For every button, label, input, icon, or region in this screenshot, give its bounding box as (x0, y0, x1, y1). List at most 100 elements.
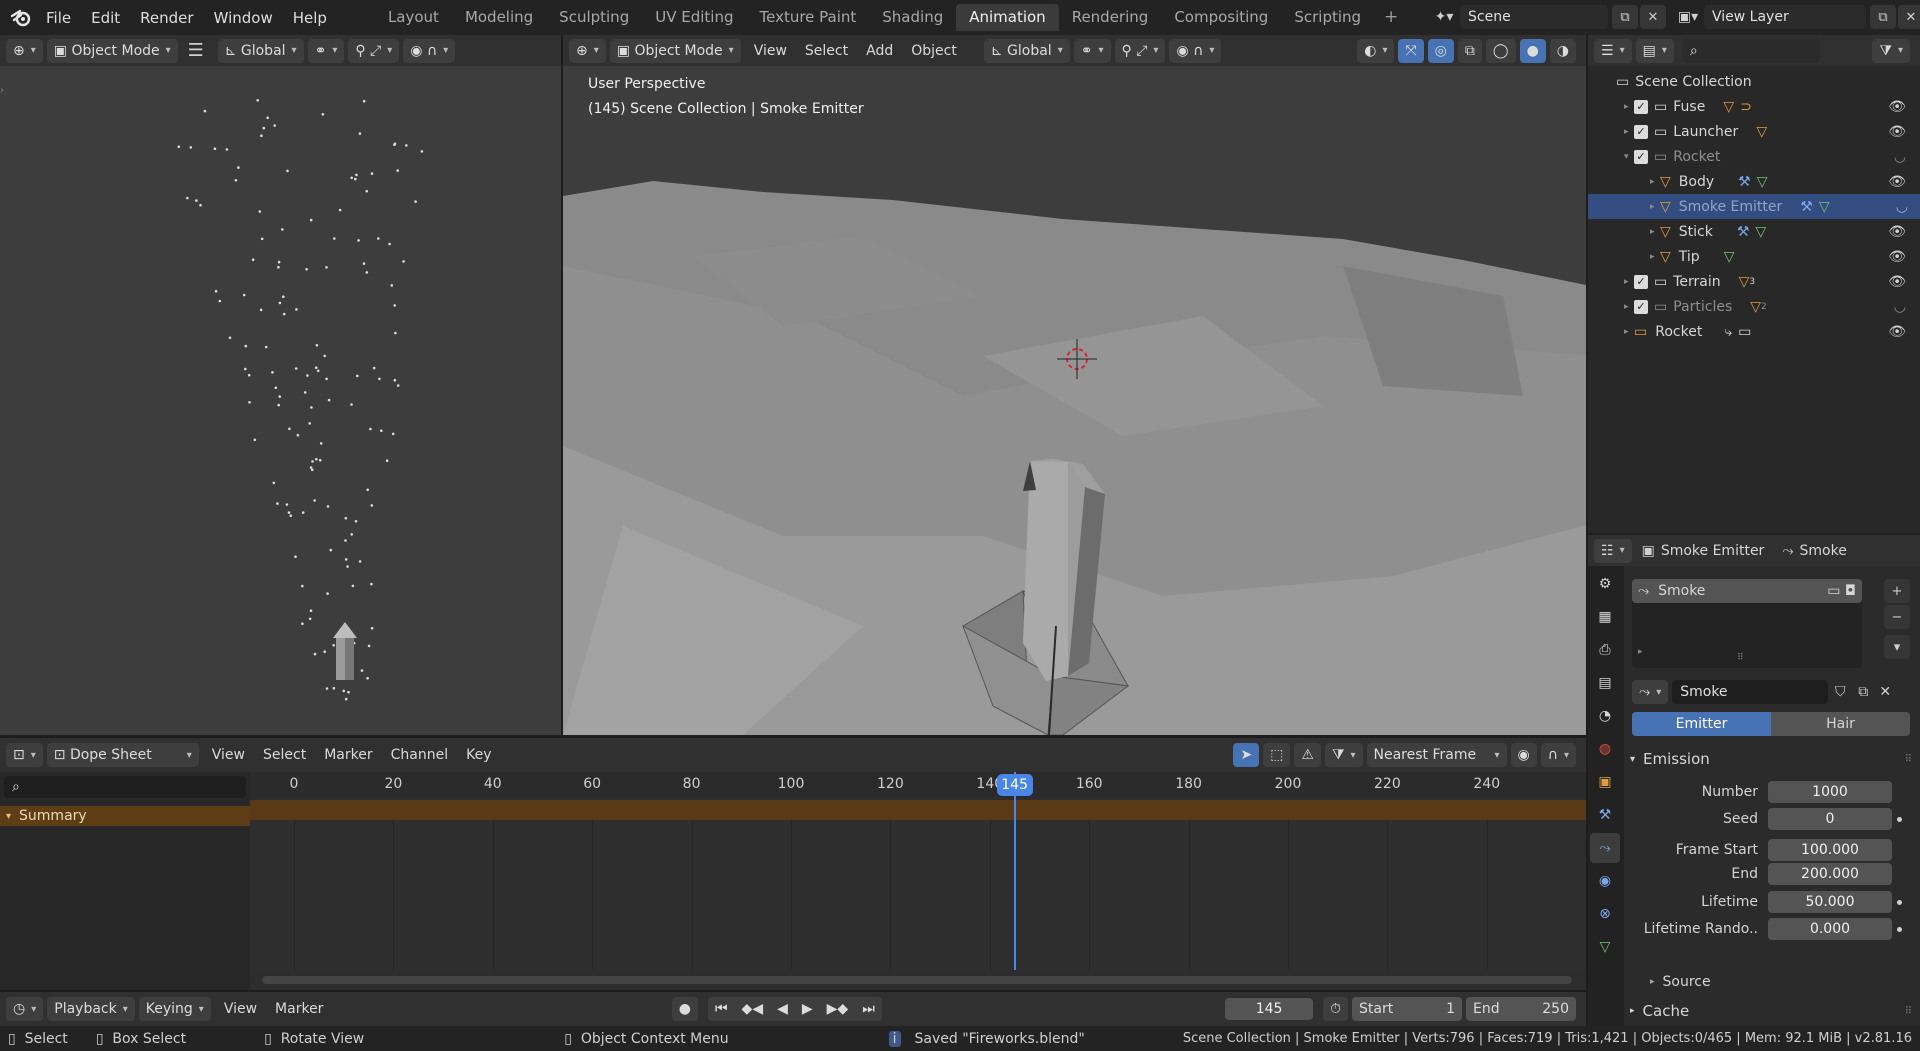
delete-view-layer-icon[interactable]: ✕ (1898, 5, 1920, 29)
keyframe-dot-icon[interactable] (1897, 899, 1902, 905)
expand-icon[interactable]: ▸ (1638, 647, 1643, 657)
tab-sculpting[interactable]: Sculpting (546, 4, 642, 31)
shading-wireframe-icon[interactable]: ◯ (1485, 38, 1516, 63)
use-preview-range-icon[interactable]: ⏱ (1323, 997, 1348, 1021)
menu-view[interactable]: View (215, 1001, 266, 1017)
specials-icon[interactable]: ▾ (1884, 635, 1910, 659)
current-frame-input[interactable]: 145 (1225, 998, 1314, 1020)
frame-end-input[interactable]: End 250 (1466, 997, 1576, 1021)
visibility-dropdown[interactable]: ◐ ▾ (1357, 38, 1395, 63)
expand-icon[interactable]: ▸ (1624, 102, 1634, 112)
outliner-item-particles[interactable]: ▸ ✓ ▭ Particles ▽ 2 ◡ (1588, 294, 1918, 319)
outliner-item-rocket-collection[interactable]: ▾ ✓ ▭ Rocket ◡ (1588, 144, 1918, 169)
scene-tab-icon[interactable]: ◔ (1590, 701, 1620, 731)
source-subsection[interactable]: ▸ Source (1650, 972, 1711, 992)
horizontal-scrollbar[interactable] (262, 976, 1572, 984)
eye-icon[interactable]: 👁 (1888, 274, 1906, 290)
menu-add[interactable]: Add (857, 43, 902, 59)
drag-handle-icon[interactable]: ⠿ (1905, 1006, 1912, 1017)
gizmo-toggle-icon[interactable]: ⤧ (1398, 38, 1424, 63)
menu-marker[interactable]: Marker (315, 747, 381, 763)
exclude-checkbox[interactable]: ✓ (1634, 149, 1648, 164)
outliner-item-launcher[interactable]: ▸ ✓ ▭ Launcher ▽ 👁 (1588, 119, 1918, 144)
hamburger-menu-icon[interactable]: ☰ (182, 40, 210, 61)
shading-solid-icon[interactable]: ● (1519, 38, 1546, 63)
drag-handle-icon[interactable]: ⠿ (1905, 754, 1912, 765)
menu-select[interactable]: Select (796, 43, 857, 59)
overlay-toggle-icon[interactable]: ◎ (1427, 38, 1454, 63)
snap-toggle[interactable]: ⚲ ⤢ ▾ (1114, 38, 1166, 63)
menu-marker[interactable]: Marker (266, 1001, 332, 1017)
only-selected-icon[interactable]: ➤ (1233, 743, 1260, 767)
blender-logo-icon[interactable] (6, 3, 36, 33)
summary-channel[interactable]: ▾ Summary (0, 806, 250, 826)
proportional-icon[interactable]: ◉ (1510, 743, 1537, 767)
frame-end-input[interactable]: 200.000 (1768, 863, 1892, 885)
snap-toggle[interactable]: ⚲ ⤢ ▾ (348, 38, 400, 63)
outliner-scene-collection[interactable]: ▭ Scene Collection (1588, 69, 1918, 94)
menu-object[interactable]: Object (902, 43, 966, 59)
playback-dropdown[interactable]: Playback ▾ (47, 997, 135, 1021)
number-input[interactable]: 1000 (1768, 781, 1892, 803)
left-orientation-dropdown[interactable]: ⊾ Global ▾ (217, 38, 304, 63)
tab-uv-editing[interactable]: UV Editing (642, 4, 746, 31)
add-workspace-icon[interactable]: + (1374, 4, 1408, 31)
lifetime-input[interactable]: 50.000 (1768, 891, 1892, 913)
menu-key[interactable]: Key (457, 747, 500, 763)
tool-tab-icon[interactable]: ⚙ (1590, 569, 1620, 599)
emitter-button[interactable]: Emitter (1632, 712, 1771, 736)
remove-icon[interactable]: − (1884, 605, 1910, 629)
editor-type-dropdown[interactable]: ⊕ ▾ (569, 38, 606, 63)
new-view-layer-icon[interactable]: ⧉ (1870, 5, 1896, 29)
editor-type-dropdown[interactable]: ⊕ ▾ (6, 38, 43, 63)
delete-scene-icon[interactable]: ✕ (1640, 5, 1666, 29)
output-tab-icon[interactable]: ⎙ (1590, 635, 1620, 665)
camera-icon[interactable]: ◘ (1845, 583, 1856, 599)
frame-ruler[interactable]: 0 20 40 60 80 100 120 140 160 180 200 220 240 (250, 772, 1586, 798)
keyframe-region[interactable]: 0 20 40 60 80 100 120 140 160 180 200 220 240 145 (250, 772, 1586, 990)
lifetime-random-input[interactable]: 0.000 (1768, 918, 1892, 940)
monitor-icon[interactable]: ▭ (1827, 583, 1845, 599)
list-item[interactable]: ⤳ Smoke ▭ ◘ (1632, 579, 1862, 603)
collapse-icon[interactable]: ▾ (1624, 152, 1634, 162)
menu-view[interactable]: View (203, 747, 254, 763)
emission-section-header[interactable]: ▾ Emission ⠿ (1630, 747, 1912, 771)
add-icon[interactable]: + (1884, 579, 1910, 603)
outliner-search-input[interactable]: ⌕ (1681, 38, 1820, 63)
hair-button[interactable]: Hair (1771, 712, 1910, 736)
view-layer-tab-icon[interactable]: ▤ (1590, 668, 1620, 698)
eye-closed-icon[interactable]: ◡ (1894, 149, 1906, 165)
menu-channel[interactable]: Channel (382, 747, 457, 763)
filters-dropdown[interactable]: ⧩ ▾ (1324, 743, 1363, 767)
current-frame-badge[interactable]: 145 (996, 774, 1033, 796)
pivot-dropdown[interactable]: ⚭ ▾ (307, 38, 345, 63)
xray-toggle-icon[interactable]: ⧉ (1457, 38, 1482, 63)
main-orientation-dropdown[interactable]: ⊾ Global ▾ (983, 38, 1070, 63)
tab-shading[interactable]: Shading (869, 4, 956, 31)
expand-icon[interactable]: ▸ (1650, 202, 1660, 212)
outliner-item-stick[interactable]: ▸ ▽ Stick ⚒ ▽ 👁 (1588, 219, 1918, 244)
scene-icon[interactable]: ✦▾ (1428, 9, 1460, 25)
shading-material-icon[interactable]: ◑ (1549, 38, 1576, 63)
render-tab-icon[interactable]: ▦ (1590, 602, 1620, 632)
channel-search-input[interactable]: ⌕ (4, 776, 246, 798)
tab-rendering[interactable]: Rendering (1059, 4, 1162, 31)
eye-icon[interactable]: 👁 (1888, 324, 1906, 340)
resize-handle-icon[interactable]: ⠿ (1737, 653, 1744, 663)
view-layer-field[interactable]: View Layer (1704, 5, 1866, 29)
tab-texture-paint[interactable]: Texture Paint (746, 4, 869, 31)
settings-browse-dropdown[interactable]: ⤳ ▾ (1632, 680, 1669, 704)
outliner-item-tip[interactable]: ▸ ▽ Tip ▽ 👁 (1588, 244, 1918, 269)
record-icon[interactable]: ● (671, 997, 698, 1021)
expand-icon[interactable]: ▸ (1624, 302, 1634, 312)
snap-mode-dropdown[interactable]: Nearest Frame ▾ (1366, 743, 1507, 767)
menu-select[interactable]: Select (254, 747, 315, 763)
tab-layout[interactable]: Layout (375, 4, 452, 31)
eye-icon[interactable]: 👁 (1888, 124, 1906, 140)
show-hidden-icon[interactable]: ⬚ (1263, 743, 1291, 767)
left-viewport[interactable]: ⊕ ▾ ▣ Object Mode ▾ ☰ ⊾ Global ▾ ⚭ ▾ ⚲ ⤢ ▾ ◉ … (0, 35, 561, 735)
exclude-checkbox[interactable]: ✓ (1634, 99, 1648, 114)
eye-closed-icon[interactable]: ◡ (1894, 299, 1906, 315)
only-errors-icon[interactable]: ⚠ (1294, 743, 1321, 767)
eye-icon[interactable]: 👁 (1888, 249, 1906, 265)
